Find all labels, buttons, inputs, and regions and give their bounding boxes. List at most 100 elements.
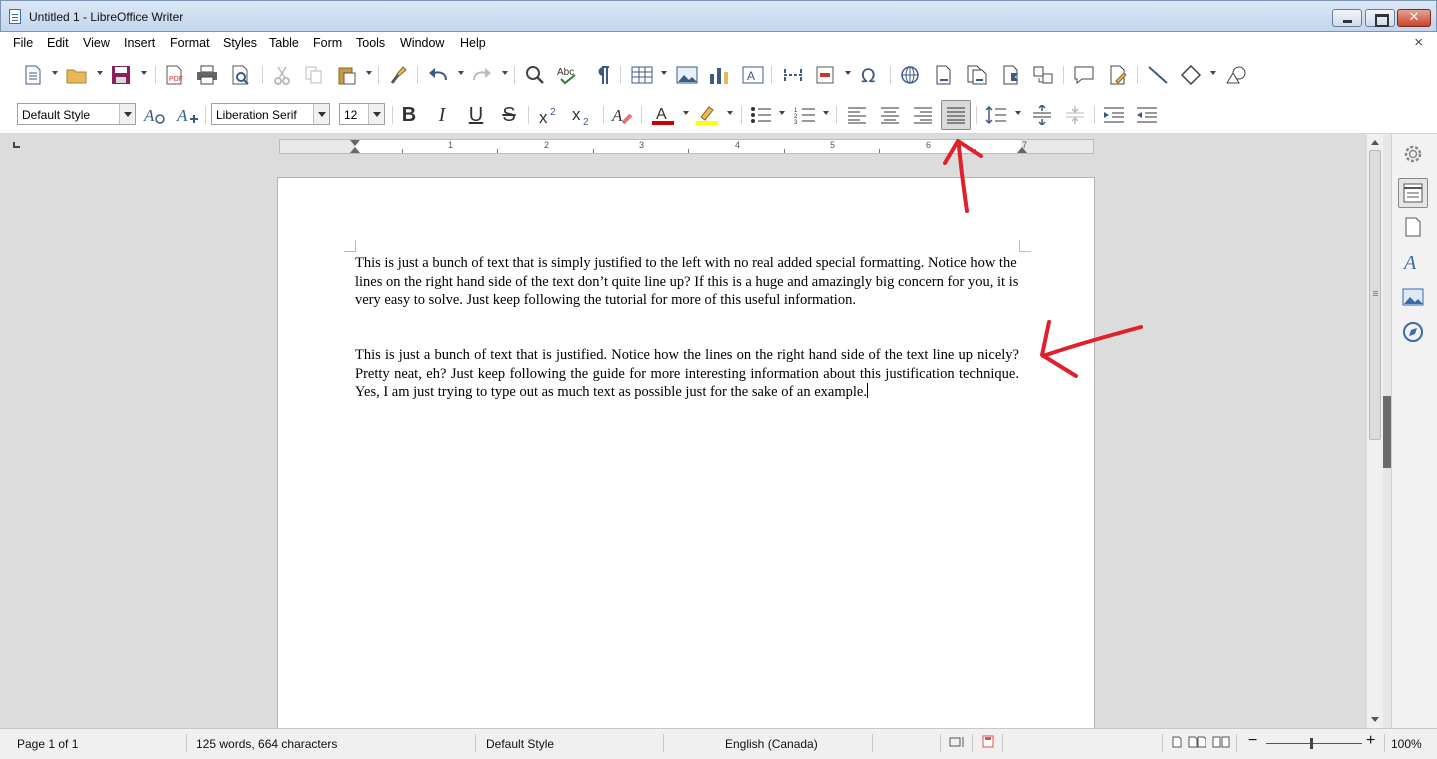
new-style-icon[interactable]: A [175,102,201,128]
basic-shapes-icon[interactable] [1178,62,1204,88]
undo-dropdown-arrow-icon[interactable] [458,71,464,75]
insert-table-icon[interactable] [629,62,655,88]
scroll-up-arrow-icon[interactable] [1371,140,1379,145]
increase-indent-icon[interactable] [1101,102,1127,128]
zoom-slider-knob[interactable] [1310,738,1313,749]
insert-hyperlink-icon[interactable] [898,62,924,88]
language-status[interactable]: English (Canada) [725,737,818,751]
export-pdf-icon[interactable]: PDF [161,62,187,88]
italic-button[interactable]: I [429,102,455,128]
decrease-paragraph-spacing-icon[interactable] [1062,102,1088,128]
sidebar-navigator-compass-icon[interactable] [1398,317,1428,347]
single-page-view-icon[interactable] [1172,736,1182,751]
subscript-icon[interactable]: x2 [570,102,596,128]
decrease-indent-icon[interactable] [1134,102,1160,128]
menu-window[interactable]: Window [400,36,444,50]
superscript-icon[interactable]: x2 [537,102,563,128]
menu-file[interactable]: File [13,36,33,50]
paste-dropdown-arrow-icon[interactable] [366,71,372,75]
spelling-icon[interactable]: Abc [556,62,582,88]
menu-tools[interactable]: Tools [356,36,385,50]
paragraph-style-dropdown-icon[interactable] [119,104,135,124]
insert-field-icon[interactable] [812,62,838,88]
redo-icon[interactable] [469,62,495,88]
left-indent-marker[interactable] [350,147,360,153]
selection-mode-icon[interactable] [949,736,967,751]
redo-dropdown-arrow-icon[interactable] [502,71,508,75]
paragraph-left-aligned[interactable]: This is just a bunch of text that is sim… [355,254,1019,310]
menu-form[interactable]: Form [313,36,342,50]
shapes-dropdown-arrow-icon[interactable] [1210,71,1216,75]
new-dropdown-arrow-icon[interactable] [52,71,58,75]
zoom-out-icon[interactable]: − [1248,732,1257,750]
find-replace-icon[interactable] [522,62,548,88]
insert-page-break-icon[interactable] [780,62,806,88]
align-right-icon[interactable] [910,102,936,128]
insert-text-box-icon[interactable]: A [740,62,766,88]
zoom-slider[interactable] [1266,738,1362,749]
horizontal-ruler[interactable]: 1 2 3 4 5 6 7 [279,139,1094,154]
new-document-icon[interactable] [20,62,46,88]
page-count-status[interactable]: Page 1 of 1 [17,737,78,751]
print-preview-icon[interactable] [228,62,254,88]
update-style-icon[interactable]: A [142,102,168,128]
bold-button[interactable]: B [396,102,422,128]
font-color-dropdown-arrow-icon[interactable] [683,111,689,115]
justified-button[interactable] [941,100,971,130]
sidebar-page-icon[interactable] [1398,212,1428,242]
minimize-button[interactable] [1332,9,1362,27]
ordered-list-icon[interactable]: 123 [792,102,818,128]
menu-format[interactable]: Format [170,36,210,50]
menu-edit[interactable]: Edit [47,36,69,50]
book-view-icon[interactable] [1212,736,1230,751]
undo-icon[interactable] [425,62,451,88]
insert-bookmark-icon[interactable] [998,62,1024,88]
font-size-dropdown-icon[interactable] [368,104,384,124]
paragraph-style-combo[interactable]: Default Style [17,103,136,125]
word-count-status[interactable]: 125 words, 664 characters [196,737,337,751]
clone-formatting-icon[interactable] [385,62,411,88]
zoom-percentage[interactable]: 100% [1391,737,1422,751]
unordered-list-icon[interactable] [748,102,774,128]
paste-icon[interactable] [334,62,360,88]
menu-help[interactable]: Help [460,36,486,50]
insert-comment-icon[interactable] [1071,62,1097,88]
copy-icon[interactable] [301,62,327,88]
line-spacing-icon[interactable] [983,102,1009,128]
scrollbar-thumb[interactable] [1369,150,1381,440]
highlighting-dropdown-arrow-icon[interactable] [727,111,733,115]
align-left-icon[interactable] [844,102,870,128]
save-dropdown-arrow-icon[interactable] [141,71,147,75]
insert-endnote-icon[interactable] [964,62,990,88]
first-line-indent-marker[interactable] [350,140,360,146]
menu-view[interactable]: View [83,36,110,50]
formatting-marks-icon[interactable] [589,62,615,88]
font-name-combo[interactable]: Liberation Serif [211,103,330,125]
page-style-status[interactable]: Default Style [486,737,554,751]
unordered-list-dropdown-arrow-icon[interactable] [779,111,785,115]
font-color-icon[interactable]: A [650,102,676,128]
increase-paragraph-spacing-icon[interactable] [1029,102,1055,128]
close-button[interactable]: ✕ [1397,9,1431,27]
menu-table[interactable]: Table [269,36,299,50]
save-icon[interactable] [108,62,134,88]
sidebar-collapse-handle[interactable] [1383,134,1391,728]
print-icon[interactable] [194,62,220,88]
open-folder-icon[interactable] [64,62,90,88]
line-spacing-dropdown-arrow-icon[interactable] [1015,111,1021,115]
font-name-dropdown-icon[interactable] [313,104,329,124]
insert-footnote-icon[interactable] [931,62,957,88]
maximize-button[interactable] [1365,9,1395,27]
highlighting-color-icon[interactable] [694,102,720,128]
paragraph-justified[interactable]: This is just a bunch of text that is jus… [355,346,1019,402]
align-center-icon[interactable] [877,102,903,128]
open-dropdown-arrow-icon[interactable] [97,71,103,75]
show-draw-functions-icon[interactable] [1223,62,1249,88]
menu-insert[interactable]: Insert [124,36,155,50]
insert-cross-reference-icon[interactable] [1030,62,1056,88]
document-page[interactable]: This is just a bunch of text that is sim… [277,177,1095,728]
ordered-list-dropdown-arrow-icon[interactable] [823,111,829,115]
sidebar-gallery-icon[interactable] [1398,282,1428,312]
underline-button[interactable]: U [463,102,489,128]
insert-chart-icon[interactable] [706,62,732,88]
